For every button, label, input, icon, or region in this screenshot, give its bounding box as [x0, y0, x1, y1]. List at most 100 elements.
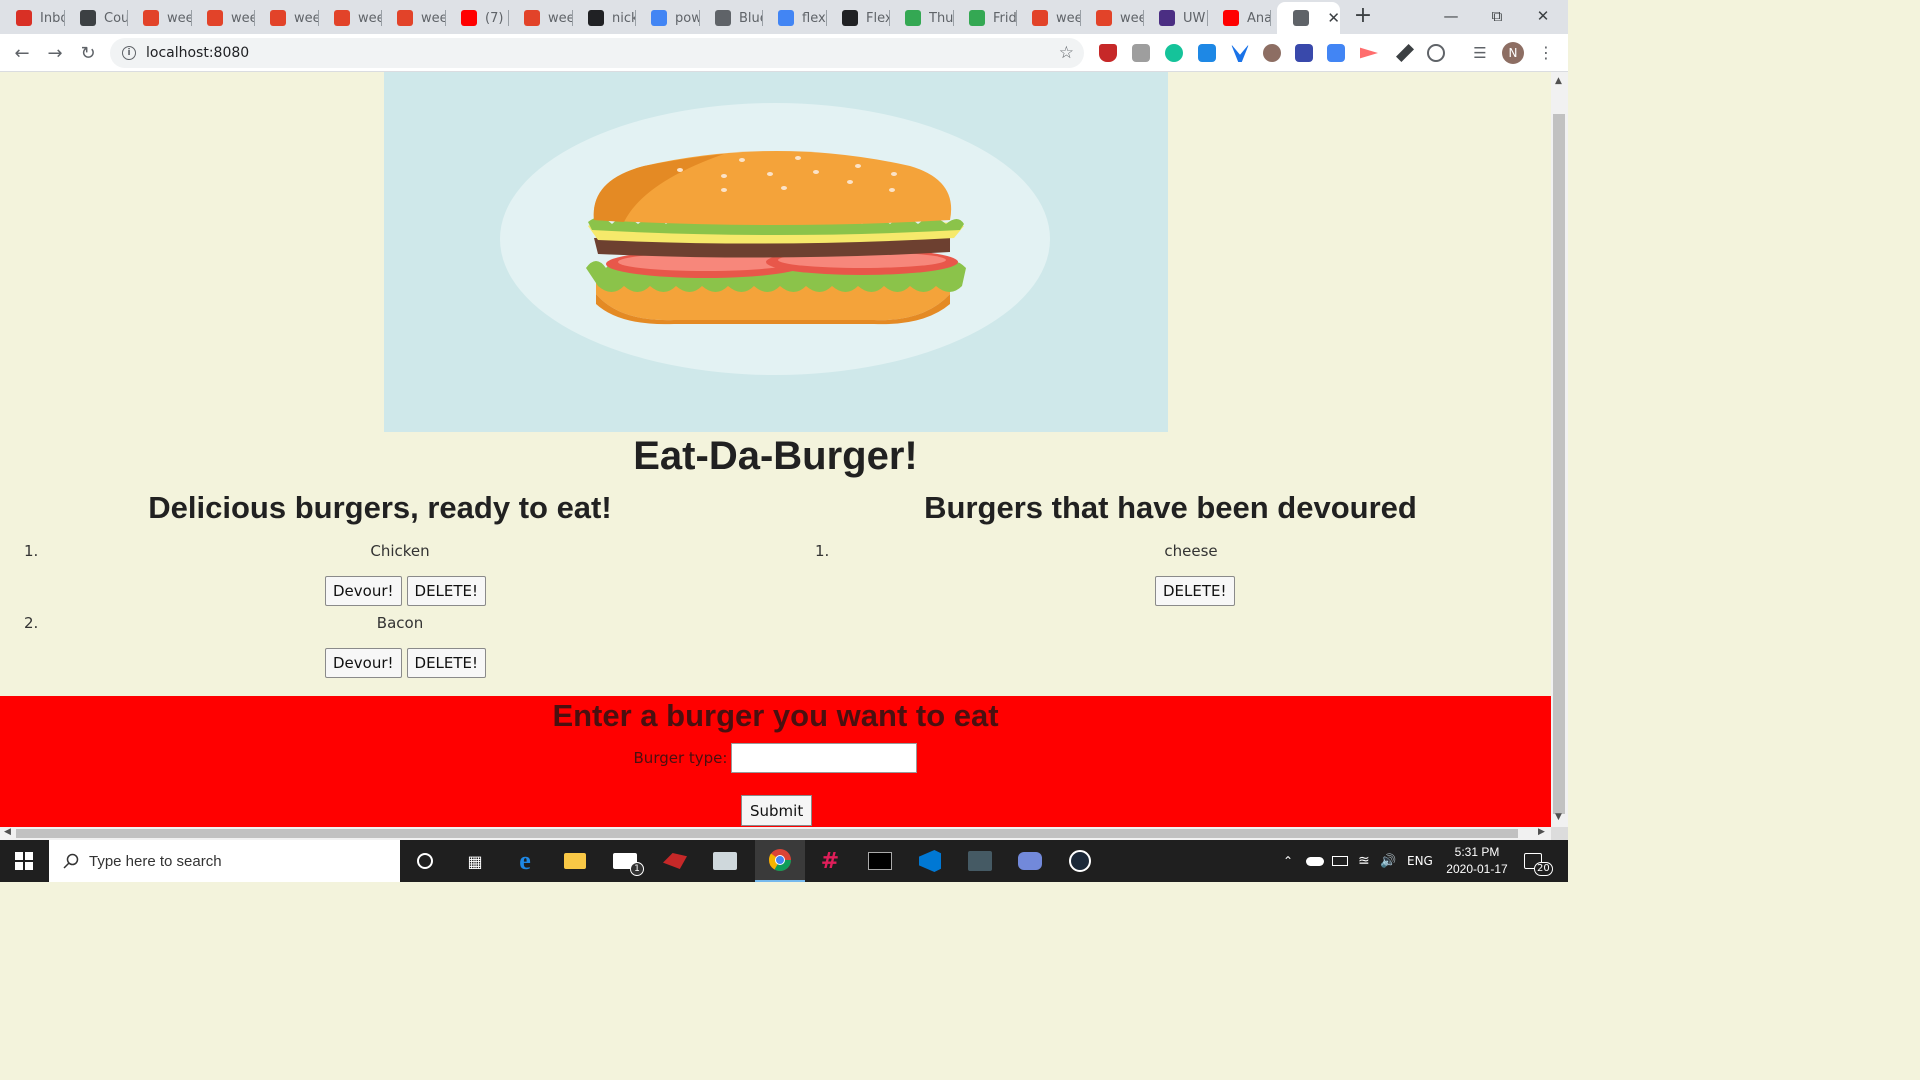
extension-icon[interactable] — [1360, 47, 1378, 59]
windows-taskbar: Type here to search ▦ e 1 # ⌃ ≊ 🔊 ENG 5:… — [0, 840, 1568, 882]
mail-icon[interactable]: 1 — [600, 840, 650, 882]
delete-button[interactable]: DELETE! — [406, 576, 487, 606]
minimize-button[interactable]: — — [1428, 0, 1474, 32]
game-app-icon[interactable] — [650, 840, 700, 882]
devoured-burgers-heading: Burgers that have been devoured — [924, 490, 1417, 525]
show-hidden-icons[interactable]: ⌃ — [1283, 840, 1293, 882]
tab-globe[interactable]: E✕ — [1277, 2, 1340, 34]
horizontal-scroll-thumb[interactable] — [16, 829, 1518, 838]
scroll-left-icon[interactable]: ◀ — [4, 827, 11, 837]
reader-extension-icon[interactable] — [1295, 44, 1313, 62]
menu-icon[interactable]: ⋮ — [1538, 43, 1554, 62]
address-bar[interactable]: i localhost:8080 ☆ — [110, 38, 1084, 68]
media-queue-icon[interactable]: ☰ — [1466, 39, 1494, 67]
tab-gitlab[interactable]: wee — [318, 4, 382, 32]
tab-gitlab[interactable]: wee — [1080, 4, 1144, 32]
close-window-button[interactable]: ✕ — [1520, 0, 1566, 32]
tab-globe[interactable]: Blue — [699, 4, 763, 32]
scroll-down-icon[interactable]: ▼ — [1555, 812, 1562, 822]
tab-separator — [1270, 10, 1271, 26]
vscode-icon[interactable] — [905, 840, 955, 882]
ublock-extension-icon[interactable] — [1099, 44, 1117, 62]
tab-gitlab[interactable]: wee — [1016, 4, 1080, 32]
translate-extension-icon[interactable] — [1327, 44, 1345, 62]
wifi-icon[interactable]: ≊ — [1358, 840, 1370, 882]
horizontal-scrollbar[interactable]: ◀ ▶ — [0, 827, 1551, 840]
tab-title: (7) E — [485, 10, 509, 26]
tab-title: UW — [1183, 10, 1206, 26]
task-view-icon[interactable]: ▦ — [450, 840, 500, 882]
extension-icon[interactable] — [1263, 44, 1281, 62]
devour-button[interactable]: Devour! — [325, 576, 402, 606]
tab-github[interactable]: nick — [572, 4, 636, 32]
tab-google[interactable]: pow — [635, 4, 699, 32]
tab-uw[interactable]: UW — [1143, 4, 1207, 32]
tab-gmail[interactable]: Inbo — [0, 4, 64, 32]
tab-youtube[interactable]: Ana — [1207, 4, 1271, 32]
tab-title: wee — [1056, 10, 1080, 26]
extension-icon[interactable] — [1132, 44, 1150, 62]
bird-icon — [842, 10, 858, 26]
restore-button[interactable]: ⧉ — [1474, 0, 1520, 32]
slack-icon[interactable]: # — [805, 840, 855, 882]
terminal-icon[interactable] — [855, 840, 905, 882]
edge-icon[interactable]: e — [500, 840, 550, 882]
vertical-scroll-thumb[interactable] — [1553, 114, 1565, 814]
delete-button[interactable]: DELETE! — [406, 648, 487, 678]
grammarly-extension-icon[interactable] — [1165, 44, 1183, 62]
burger-type-label: Burger type: — [633, 749, 728, 767]
tab-google[interactable]: flexl — [762, 4, 826, 32]
new-tab-button[interactable]: + — [1352, 5, 1374, 28]
tab-title: wee — [548, 10, 572, 26]
tab-shield[interactable]: Cou — [64, 4, 128, 32]
discord-icon[interactable] — [1005, 840, 1055, 882]
clock[interactable]: 5:31 PM 2020-01-17 — [1438, 844, 1516, 878]
tab-title: Thu — [929, 10, 953, 26]
back-button[interactable]: ← — [8, 39, 36, 67]
onedrive-icon[interactable] — [1306, 840, 1324, 882]
chrome-icon[interactable] — [755, 840, 805, 882]
yoast-extension-icon[interactable] — [1231, 44, 1249, 62]
profile-avatar[interactable]: N — [1502, 42, 1524, 64]
scroll-up-icon[interactable]: ▲ — [1555, 76, 1562, 86]
checkbox-extension-icon[interactable] — [1198, 44, 1216, 62]
vertical-scrollbar[interactable]: ▲ ▼ — [1551, 72, 1568, 827]
tab-leaf[interactable]: Frid — [953, 4, 1017, 32]
delete-button[interactable]: DELETE! — [1155, 576, 1235, 606]
tab-youtube[interactable]: (7) E — [445, 4, 509, 32]
tab-title: wee — [421, 10, 445, 26]
battery-icon[interactable] — [1332, 840, 1348, 882]
language-indicator[interactable]: ENG — [1407, 840, 1433, 882]
submit-button[interactable]: Submit — [741, 795, 813, 826]
extension-icon[interactable] — [1427, 44, 1445, 62]
reload-button[interactable]: ↻ — [74, 39, 102, 67]
tab-gitlab[interactable]: wee — [191, 4, 255, 32]
search-placeholder: Type here to search — [89, 852, 222, 870]
tab-gitlab[interactable]: wee — [254, 4, 318, 32]
devoured-burgers-list: 1. cheese DELETE! — [815, 542, 1551, 614]
notifications-icon[interactable]: 20 — [1524, 840, 1553, 882]
file-explorer-icon[interactable] — [550, 840, 600, 882]
leaf-icon — [969, 10, 985, 26]
close-tab-icon[interactable]: ✕ — [1327, 9, 1340, 27]
forward-button[interactable]: → — [41, 39, 69, 67]
sql-app-icon[interactable] — [955, 840, 1005, 882]
start-button[interactable] — [0, 840, 48, 882]
tab-bird[interactable]: Flex — [826, 4, 890, 32]
tab-gitlab[interactable]: wee — [381, 4, 445, 32]
page-title: Eat-Da-Burger! — [633, 434, 918, 478]
taskbar-search-box[interactable]: Type here to search — [49, 840, 400, 882]
drive-app-icon[interactable] — [700, 840, 750, 882]
volume-icon[interactable]: 🔊 — [1380, 840, 1396, 882]
devour-button[interactable]: Devour! — [325, 648, 402, 678]
burger-type-input[interactable] — [731, 743, 918, 773]
bookmark-star-icon[interactable]: ☆ — [1059, 43, 1074, 63]
tab-gitlab[interactable]: wee — [127, 4, 191, 32]
site-info-icon[interactable]: i — [122, 46, 136, 60]
steam-icon[interactable] — [1055, 840, 1105, 882]
cortana-icon[interactable] — [400, 840, 450, 882]
scroll-right-icon[interactable]: ▶ — [1538, 827, 1545, 837]
tab-gitlab[interactable]: wee — [508, 4, 572, 32]
eyedropper-extension-icon[interactable] — [1396, 44, 1414, 62]
tab-leaf[interactable]: Thu — [889, 4, 953, 32]
